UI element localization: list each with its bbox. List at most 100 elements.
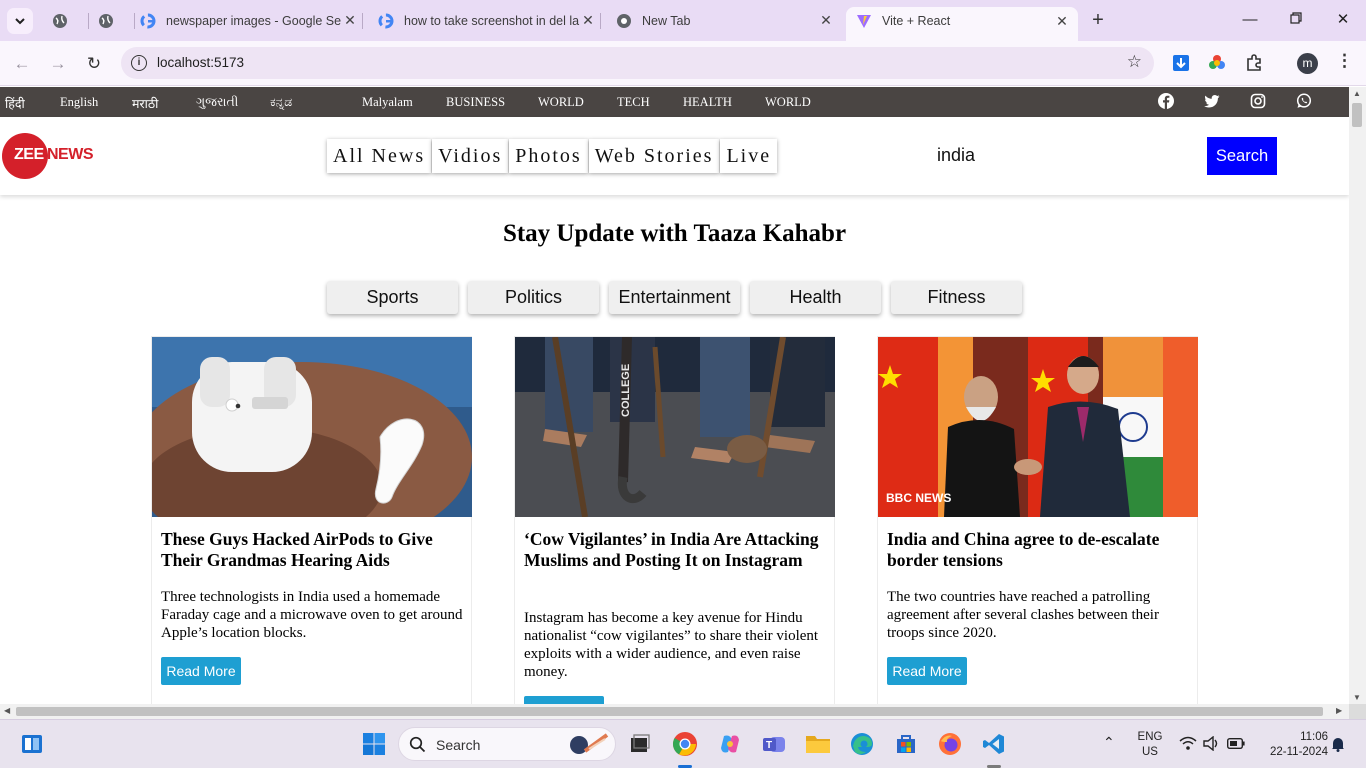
filter-fitness[interactable]: Fitness	[891, 281, 1022, 314]
scroll-left-arrow-icon[interactable]: ◀	[4, 706, 10, 715]
volume-icon[interactable]	[1203, 736, 1221, 751]
page-viewport: हिंदी English मराठी ગુજરાતી ಕನ್ನಡ Malyal…	[0, 87, 1349, 704]
url-text[interactable]: localhost:5173	[157, 55, 244, 70]
chrome-taskbar-icon[interactable]	[671, 730, 699, 758]
browser-tab-strip: newspaper images - Google Se ✕ how to ta…	[0, 0, 1366, 41]
clock-time[interactable]: 11:06	[1258, 731, 1328, 743]
browser-menu-icon[interactable]: ⋮	[1336, 51, 1353, 71]
page-headline: Stay Update with Taaza Kahabr	[502, 220, 847, 247]
bookmark-star-icon[interactable]: ☆	[1127, 52, 1142, 72]
close-window-button[interactable]: ✕	[1331, 8, 1355, 32]
browser-toolbar: ← → ↻ i localhost:5173 ☆ m ⋮	[0, 41, 1366, 86]
nav-link-world-2[interactable]: WORLD	[765, 95, 811, 110]
restore-button[interactable]	[1284, 8, 1308, 32]
file-explorer-icon[interactable]	[804, 730, 832, 758]
read-more-button[interactable]: Read More	[161, 657, 241, 685]
browser-tab-2[interactable]	[98, 7, 135, 34]
lang-link-marathi[interactable]: मराठी	[132, 95, 158, 112]
input-region[interactable]: US	[1136, 746, 1164, 758]
search-button[interactable]: Search	[1207, 137, 1277, 175]
extensions-puzzle-icon[interactable]	[1243, 52, 1265, 74]
scroll-down-arrow-icon[interactable]: ▼	[1353, 693, 1361, 702]
zee-news-logo[interactable]: ZEE NEWS	[2, 133, 112, 179]
nav-photos[interactable]: Photos	[509, 139, 588, 173]
firefox-icon[interactable]	[936, 730, 964, 758]
news-card-title[interactable]: India and China agree to de-escalate bor…	[887, 529, 1187, 571]
lang-link-malyalam[interactable]: Malyalam	[362, 95, 413, 110]
tab-search-button[interactable]	[7, 8, 33, 34]
lang-link-kannada[interactable]: ಕನ್ನಡ	[270, 95, 292, 110]
browser-tab-4[interactable]: how to take screenshot in del la ✕	[378, 7, 601, 34]
minimize-button[interactable]: —	[1238, 8, 1262, 32]
browser-tab-active[interactable]: Vite + React ✕	[846, 7, 1078, 41]
read-more-button[interactable]: Read More	[524, 696, 604, 704]
nav-all-news[interactable]: All News	[327, 139, 432, 173]
filter-health[interactable]: Health	[750, 281, 881, 314]
nav-link-health[interactable]: HEALTH	[683, 95, 732, 110]
copilot-icon[interactable]	[716, 730, 744, 758]
browser-tab-3[interactable]: newspaper images - Google Se ✕	[140, 7, 363, 34]
input-language[interactable]: ENG	[1136, 731, 1164, 743]
notification-bell-icon[interactable]	[1331, 736, 1345, 752]
lang-link-hindi[interactable]: हिंदी	[5, 95, 25, 112]
news-card-title[interactable]: ‘Cow Vigilantes’ in India Are Attacking …	[524, 529, 824, 571]
clock-date[interactable]: 22-11-2024	[1258, 746, 1328, 758]
whatsapp-icon[interactable]	[1296, 93, 1312, 109]
search-input[interactable]: india	[937, 145, 975, 166]
filter-sports[interactable]: Sports	[327, 281, 458, 314]
read-more-button[interactable]: Read More	[887, 657, 967, 685]
address-bar[interactable]: i localhost:5173 ☆	[121, 47, 1154, 79]
close-tab-icon[interactable]: ✕	[1054, 13, 1070, 30]
language-nav-bar: हिंदी English मराठी ગુજરાતી ಕನ್ನಡ Malyal…	[0, 87, 1349, 117]
instagram-icon[interactable]	[1250, 93, 1266, 109]
microsoft-store-icon[interactable]	[892, 730, 920, 758]
taskbar-search-box[interactable]: Search	[398, 727, 616, 761]
nav-live[interactable]: Live	[720, 139, 778, 173]
filter-entertainment[interactable]: Entertainment	[609, 281, 740, 314]
news-card-description: Instagram has become a key avenue for Hi…	[524, 610, 819, 680]
scroll-right-arrow-icon[interactable]: ▶	[1336, 706, 1342, 715]
color-extension-icon[interactable]	[1206, 52, 1228, 74]
scroll-up-arrow-icon[interactable]: ▲	[1353, 89, 1361, 98]
close-tab-icon[interactable]: ✕	[818, 12, 834, 29]
news-card-title[interactable]: These Guys Hacked AirPods to Give Their …	[161, 529, 461, 571]
tray-overflow-chevron-icon[interactable]: ⌃	[1103, 734, 1115, 751]
lang-link-gujarati[interactable]: ગુજરાતી	[196, 95, 238, 110]
forward-button[interactable]: →	[45, 51, 71, 77]
nav-web-stories[interactable]: Web Stories	[588, 139, 720, 173]
close-tab-icon[interactable]: ✕	[342, 12, 358, 29]
profile-avatar[interactable]: m	[1297, 53, 1318, 74]
vertical-scroll-thumb[interactable]	[1352, 103, 1362, 127]
facebook-icon[interactable]	[1158, 93, 1174, 109]
wifi-icon[interactable]	[1179, 736, 1197, 751]
horizontal-scrollbar[interactable]: ◀ ▶	[0, 704, 1349, 719]
vite-icon	[856, 13, 872, 29]
twitter-icon[interactable]	[1204, 93, 1220, 109]
nav-link-world[interactable]: WORLD	[538, 95, 584, 110]
horizontal-scroll-thumb[interactable]	[16, 707, 1323, 716]
task-view-icon[interactable]	[626, 730, 654, 758]
browser-tab-5[interactable]: New Tab ✕	[616, 7, 834, 34]
windows-start-icon[interactable]	[360, 730, 388, 758]
vertical-scrollbar[interactable]: ▲ ▼	[1349, 87, 1366, 704]
browser-tab-1[interactable]	[52, 7, 89, 34]
nav-link-tech[interactable]: TECH	[617, 95, 650, 110]
edge-icon[interactable]	[848, 730, 876, 758]
search-highlight-icon	[570, 733, 609, 754]
lang-link-english[interactable]: English	[60, 95, 98, 110]
news-card-image-india-china: BBC NEWS	[878, 337, 1198, 517]
teams-icon[interactable]: T	[760, 730, 788, 758]
vscode-icon[interactable]	[980, 730, 1008, 758]
close-tab-icon[interactable]: ✕	[580, 12, 596, 29]
filter-politics[interactable]: Politics	[468, 281, 599, 314]
widgets-icon[interactable]	[18, 730, 46, 758]
new-tab-button[interactable]: +	[1086, 9, 1110, 33]
back-button[interactable]: ←	[9, 51, 35, 77]
news-card: BBC NEWS India and China agree to de-esc…	[877, 336, 1198, 704]
site-info-icon[interactable]: i	[131, 55, 147, 71]
reload-button[interactable]: ↻	[81, 51, 107, 77]
battery-icon[interactable]	[1227, 738, 1245, 749]
download-icon[interactable]	[1170, 52, 1192, 74]
nav-vidios[interactable]: Vidios	[432, 139, 509, 173]
nav-link-business[interactable]: BUSINESS	[446, 95, 505, 110]
